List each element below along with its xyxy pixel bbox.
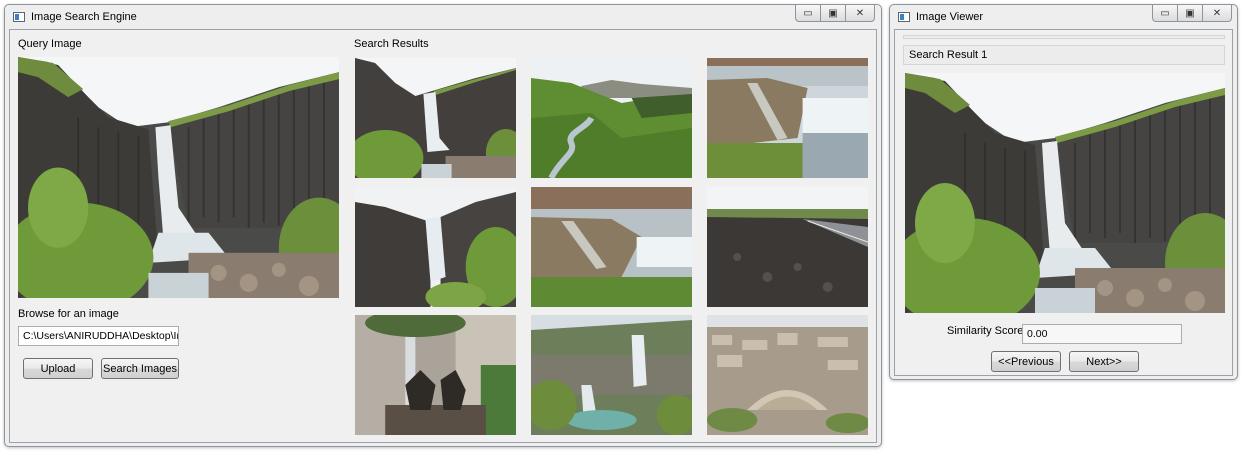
lava-field-thumb: [707, 187, 868, 307]
next-button[interactable]: Next>>: [1069, 351, 1139, 372]
viewer-app-icon: [898, 12, 910, 22]
viewer-titlebar[interactable]: Image Viewer ▭ ▣ ✕: [890, 5, 1237, 31]
waterfall-canyon-thumb: [355, 58, 516, 178]
main-titlebar[interactable]: Image Search Engine ▭ ▣ ✕: [5, 5, 881, 31]
viewer-close-button[interactable]: ✕: [1202, 5, 1232, 22]
waterfall-canyon-picture: [18, 57, 339, 298]
viewer-window-title: Image Viewer: [916, 11, 984, 23]
browse-label: Browse for an image: [18, 308, 119, 320]
search-results-label: Search Results: [354, 38, 429, 50]
waterfall-canyon-full: [905, 73, 1225, 313]
close-icon: ✕: [855, 7, 865, 19]
search-result-4[interactable]: [355, 187, 516, 307]
close-icon: ✕: [1212, 7, 1222, 19]
image-search-engine-window: Image Search Engine ▭ ▣ ✕ Query Image Se…: [4, 4, 882, 447]
main-window-title: Image Search Engine: [31, 11, 137, 23]
similarity-score-label: Similarity Score:: [947, 325, 1027, 337]
query-image-label: Query Image: [18, 38, 82, 50]
close-button[interactable]: ✕: [845, 5, 875, 22]
maximize-button[interactable]: ▣: [820, 5, 846, 22]
previous-button[interactable]: <<Previous: [991, 351, 1061, 372]
image-path-field[interactable]: C:\Users\ANIRUDDHA\Desktop\Ima: [18, 326, 179, 346]
search-result-2[interactable]: [531, 58, 692, 178]
waterfall-steps-wide-thumb: [531, 187, 692, 307]
waterfalls-lakes-thumb: [531, 315, 692, 435]
search-result-8[interactable]: [531, 315, 692, 435]
viewer-maximize-button[interactable]: ▣: [1177, 5, 1203, 22]
search-result-7[interactable]: [355, 315, 516, 435]
image-viewer-window: Image Viewer ▭ ▣ ✕ Search Result 1 Simil…: [889, 4, 1238, 380]
minimize-icon: ▭: [803, 7, 813, 19]
viewer-image: [905, 73, 1225, 313]
search-images-button[interactable]: Search Images: [101, 358, 179, 379]
search-result-3[interactable]: [707, 58, 868, 178]
waterfall-steps-thumb: [707, 58, 868, 178]
minimize-button[interactable]: ▭: [795, 5, 821, 22]
viewer-minimize-button[interactable]: ▭: [1152, 5, 1178, 22]
query-image: [18, 57, 339, 298]
waterfall-closeup-thumb: [355, 187, 516, 307]
city-fountain-thumb: [355, 315, 516, 435]
green-valley-thumb: [531, 58, 692, 178]
search-result-9[interactable]: [707, 315, 868, 435]
city-amphitheater-thumb: [707, 315, 868, 435]
upload-button[interactable]: Upload: [23, 358, 93, 379]
search-result-6[interactable]: [707, 187, 868, 307]
search-result-5[interactable]: [531, 187, 692, 307]
app-icon: [13, 12, 25, 22]
maximize-icon: ▣: [1185, 7, 1195, 19]
result-title: Search Result 1: [909, 49, 988, 61]
maximize-icon: ▣: [828, 7, 838, 19]
similarity-score-field: 0.00: [1022, 324, 1182, 344]
minimize-icon: ▭: [1160, 7, 1170, 19]
viewer-top-separator: [903, 35, 1225, 39]
search-result-1[interactable]: [355, 58, 516, 178]
